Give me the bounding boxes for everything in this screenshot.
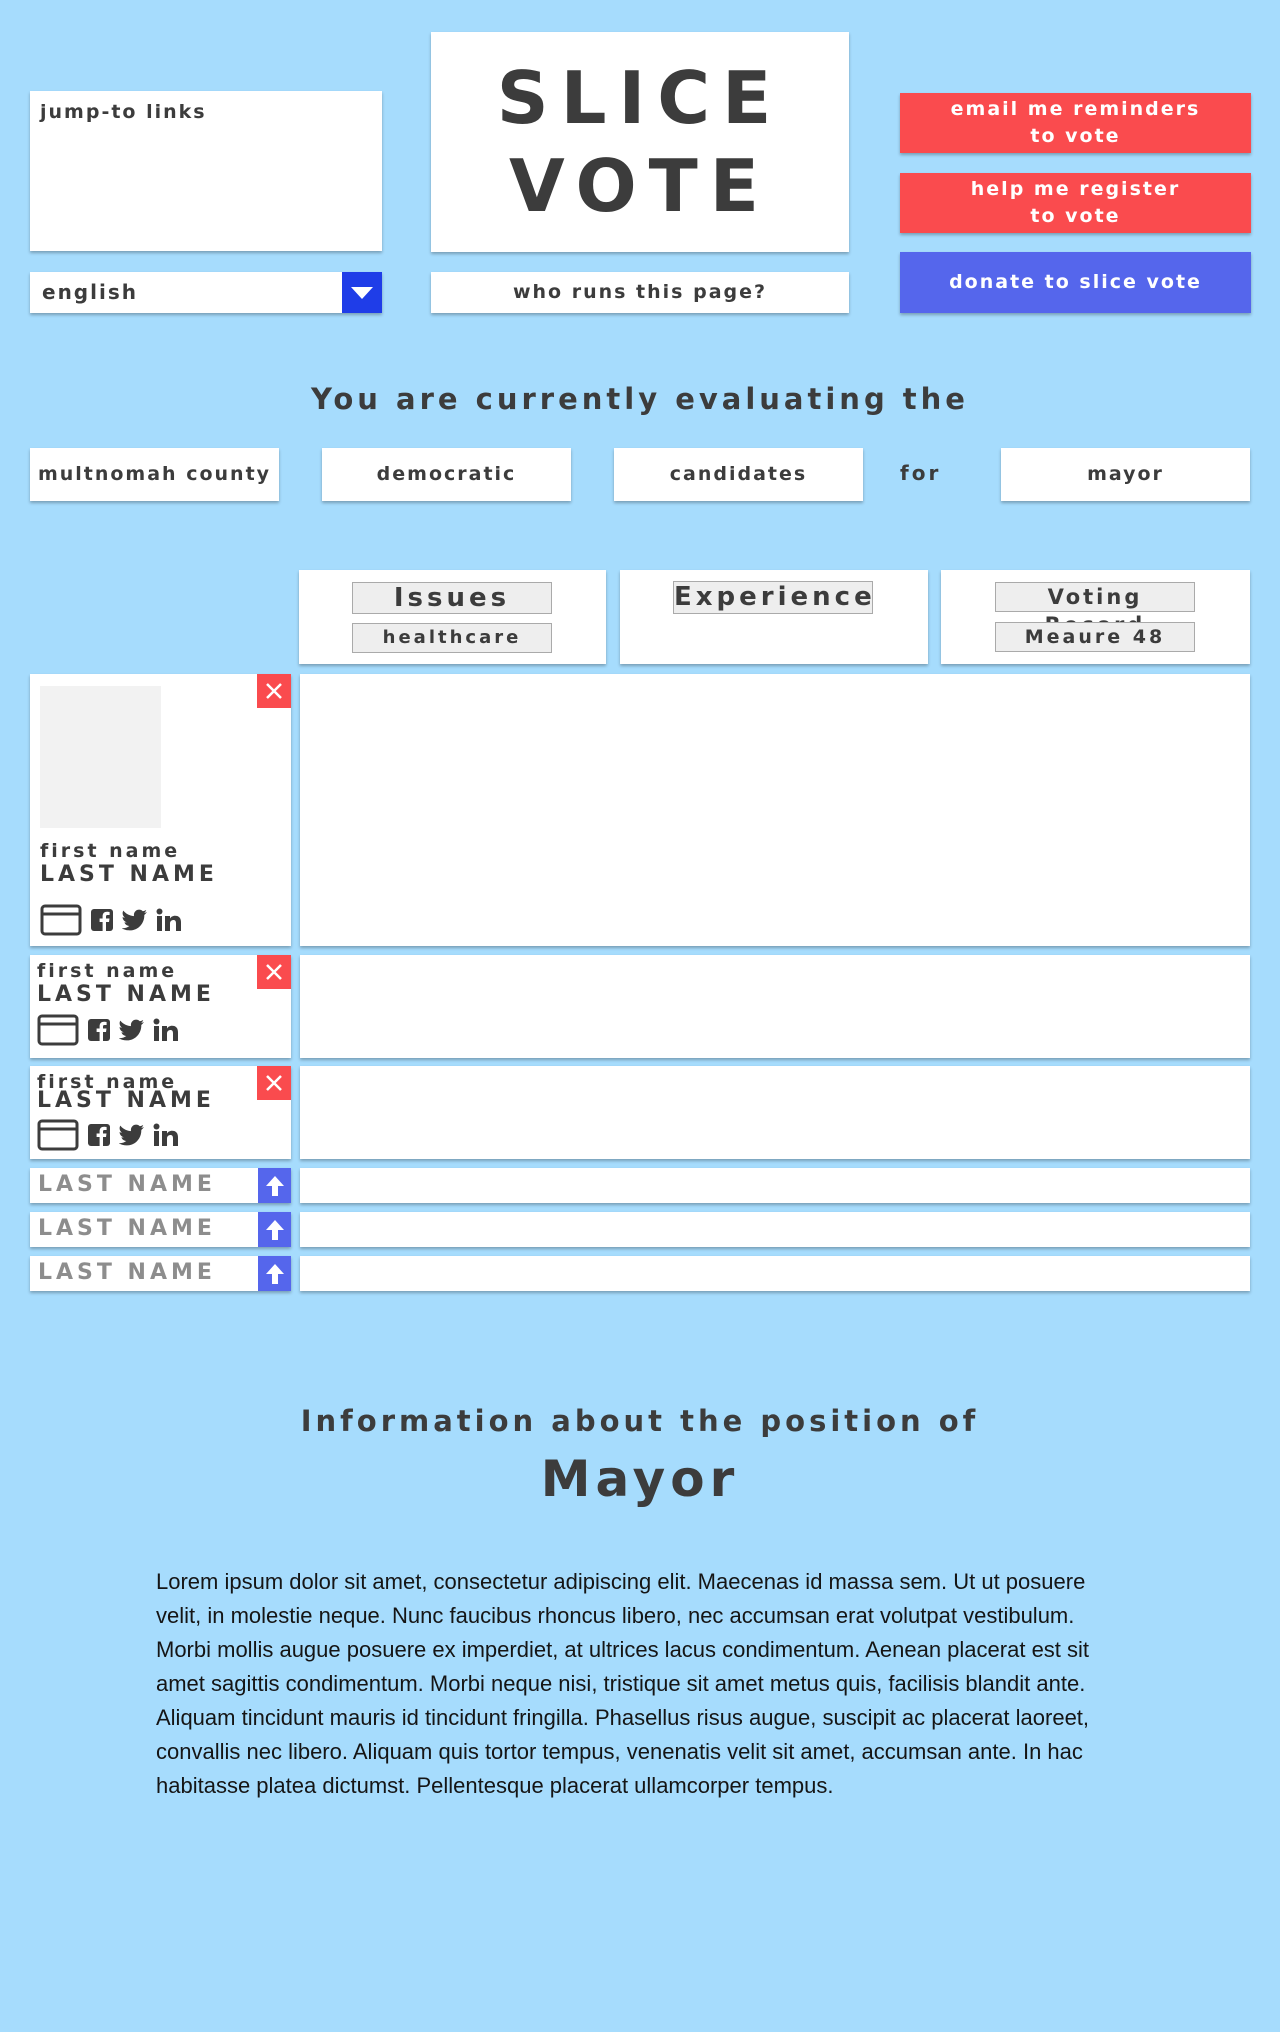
jump-to-label: jump-to links — [40, 101, 207, 123]
party-value: democratic — [376, 463, 517, 485]
candidate-detail-panel — [300, 1212, 1250, 1247]
evaluation-heading: You are currently evaluating the — [311, 382, 969, 416]
linkedin-icon[interactable] — [153, 1123, 179, 1147]
candidate-last-name: LAST NAME — [40, 862, 218, 887]
candidate-last-name: LAST NAME — [38, 1260, 216, 1285]
type-value: candidates — [669, 463, 808, 485]
office-value: mayor — [1087, 463, 1164, 485]
candidate-last-name: LAST NAME — [38, 1172, 216, 1197]
email-btn-line1: email me reminders — [950, 98, 1201, 120]
slice-vote-logo[interactable]: SLICE VOTE — [431, 32, 849, 252]
donate-btn-label: donate to slice vote — [949, 271, 1202, 293]
language-value: english — [42, 280, 138, 304]
collapsed-candidate-row[interactable]: LAST NAME — [30, 1212, 291, 1247]
linkedin-icon[interactable] — [153, 1018, 179, 1042]
candidate-detail-panel — [300, 674, 1250, 946]
social-links — [37, 1014, 179, 1046]
facebook-icon[interactable] — [87, 1123, 111, 1147]
twitter-icon[interactable] — [122, 909, 148, 931]
tab-voting-record[interactable]: Voting Record Meaure 48 — [941, 570, 1250, 664]
candidate-photo — [40, 686, 161, 828]
county-selector[interactable]: multnomah county — [30, 448, 279, 501]
party-selector[interactable]: democratic — [322, 448, 571, 501]
candidate-detail-panel — [300, 1256, 1250, 1291]
chevron-down-icon[interactable] — [342, 272, 382, 313]
position-description: Lorem ipsum dolor sit amet, consectetur … — [156, 1569, 1090, 1798]
tab-experience[interactable]: Experience — [620, 570, 928, 664]
logo-line-2: VOTE — [509, 144, 771, 228]
browser-window-icon[interactable] — [37, 1014, 79, 1046]
candidate-detail-panel — [300, 1066, 1250, 1159]
jump-to-links-box[interactable]: jump-to links — [30, 91, 382, 251]
register-to-vote-button[interactable]: help me register to vote — [900, 173, 1251, 233]
social-links — [37, 1119, 179, 1151]
register-btn-line1: help me register — [970, 178, 1181, 200]
language-select[interactable]: english — [30, 272, 382, 313]
position-title: Mayor — [540, 1450, 740, 1508]
twitter-icon[interactable] — [119, 1124, 145, 1146]
browser-window-icon[interactable] — [40, 904, 82, 936]
linkedin-icon[interactable] — [156, 908, 182, 932]
who-runs-label: who runs this page? — [512, 281, 768, 303]
candidate-last-name: LAST NAME — [38, 1216, 216, 1241]
social-links — [40, 904, 182, 936]
candidate-card[interactable]: first name LAST NAME — [30, 955, 291, 1058]
facebook-icon[interactable] — [90, 908, 114, 932]
email-btn-line2: to vote — [1030, 125, 1121, 147]
arrow-up-icon[interactable] — [258, 1256, 291, 1291]
logo-line-1: SLICE — [496, 56, 784, 140]
arrow-up-icon[interactable] — [258, 1168, 291, 1203]
collapsed-candidate-row[interactable]: LAST NAME — [30, 1256, 291, 1291]
facebook-icon[interactable] — [87, 1018, 111, 1042]
tab-issues[interactable]: Issues healthcare — [299, 570, 606, 664]
tab-issues-label[interactable]: Issues — [352, 582, 552, 614]
candidate-card[interactable]: first name LAST NAME — [30, 1066, 291, 1159]
for-label: for — [900, 461, 942, 485]
collapsed-candidate-row[interactable]: LAST NAME — [30, 1168, 291, 1203]
candidate-card[interactable]: first name LAST NAME — [30, 674, 291, 946]
register-btn-line2: to vote — [1030, 205, 1121, 227]
candidate-last-name: LAST NAME — [37, 982, 215, 1007]
position-info-heading: Information about the position of — [300, 1404, 980, 1438]
browser-window-icon[interactable] — [37, 1119, 79, 1151]
twitter-icon[interactable] — [119, 1019, 145, 1041]
office-selector[interactable]: mayor — [1001, 448, 1250, 501]
tab-voting-record-label[interactable]: Voting Record — [995, 582, 1195, 637]
county-value: multnomah county — [37, 463, 272, 485]
tab-voting-record-sub[interactable]: Meaure 48 — [995, 622, 1195, 652]
close-icon[interactable] — [257, 1066, 291, 1100]
donate-button[interactable]: donate to slice vote — [900, 252, 1251, 313]
close-icon[interactable] — [257, 674, 291, 708]
candidate-detail-panel — [300, 1168, 1250, 1203]
type-selector[interactable]: candidates — [614, 448, 863, 501]
tab-experience-label[interactable]: Experience — [673, 581, 873, 614]
email-reminders-button[interactable]: email me reminders to vote — [900, 93, 1251, 153]
who-runs-this-page-link[interactable]: who runs this page? — [431, 272, 849, 313]
tab-issues-sub[interactable]: healthcare — [352, 623, 552, 653]
candidate-detail-panel — [300, 955, 1250, 1058]
arrow-up-icon[interactable] — [258, 1212, 291, 1247]
close-icon[interactable] — [257, 955, 291, 989]
candidate-last-name: LAST NAME — [37, 1088, 215, 1113]
candidate-first-name: first name — [37, 960, 178, 982]
candidate-first-name: first name — [40, 840, 181, 862]
